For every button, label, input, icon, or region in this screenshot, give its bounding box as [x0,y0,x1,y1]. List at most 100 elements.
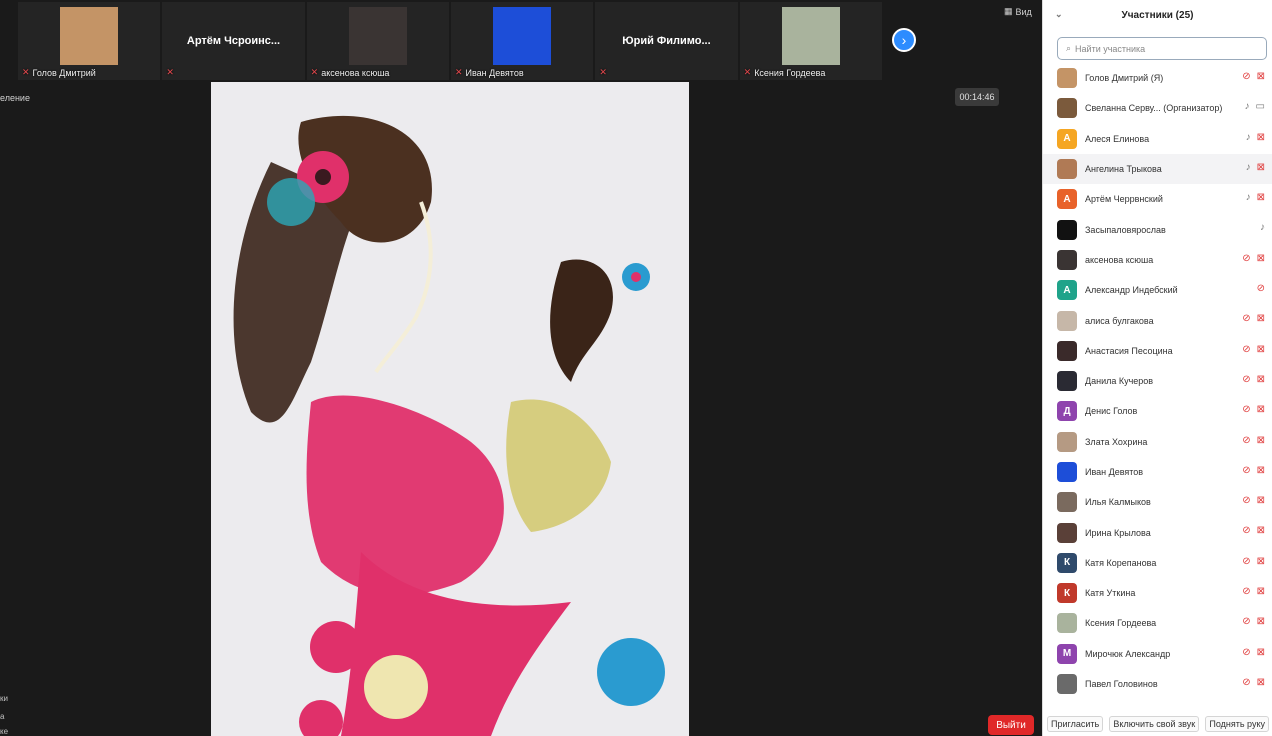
next-page-button[interactable]: › [892,28,916,52]
thumbnail-name-bar: ✕ [599,67,733,78]
participant-row[interactable]: Злата Хохрина ⊘ ⊠ [1043,427,1272,457]
camera-off-icon: ⊠ [1256,586,1265,598]
participant-name: Александр Индебский [1085,285,1178,296]
search-icon: ⌕ [1066,43,1072,53]
participant-name: Артём Черрвнский [1085,194,1163,205]
video-thumbnail[interactable]: ✕ Ксения Гордеева [739,2,882,80]
avatar: А [1057,280,1077,301]
chevron-down-icon[interactable]: ⌄ [1055,9,1063,20]
participant-row[interactable]: А Артём Черрвнский ♪ ⊠ [1043,184,1272,214]
avatar [1057,522,1077,543]
mic-muted-icon: ⊘ [1242,646,1251,658]
participant-row[interactable]: К Катя Уткина ⊘ ⊠ [1043,578,1272,608]
invite-button[interactable]: Пригласить [1047,716,1104,732]
video-thumbnail[interactable]: ✕ Иван Девятов [450,2,594,80]
participant-row[interactable]: алиса булгакова ⊘ ⊠ [1043,305,1272,335]
video-thumbnail[interactable]: ✕ Голов Дмитрий [18,2,161,80]
view-button[interactable]: ▦ Вид [1004,6,1032,17]
participant-video [781,7,840,65]
mic-muted-icon: ✕ [310,67,319,77]
thumbnail-name-bar: ✕ Иван Девятов [455,67,589,78]
participant-row[interactable]: Свеланна Серву... (Организатор) ♪ ▭ [1043,93,1272,123]
raise-hand-button[interactable]: Поднять руку [1205,716,1269,732]
left-edge-text: ке [0,727,9,736]
zoom-window: ✕ Голов Дмитрий Артём Чсроинс... ✕ ✕ аксенова… [0,0,1272,736]
participant-name: Данила Кучеров [1085,376,1154,387]
participant-video [493,7,552,65]
camera-icon: ▭ [1255,101,1265,113]
avatar [1057,613,1077,634]
participant-row[interactable]: Иван Девятов ⊘ ⊠ [1043,457,1272,487]
video-thumbnail[interactable]: ✕ аксенова ксюша [306,2,449,80]
avatar [1057,310,1077,331]
mic-muted-icon: ✕ [22,67,30,77]
mic-muted-icon: ⊘ [1242,676,1251,688]
participant-name: Иван Девятов [1085,467,1144,477]
participant-row[interactable]: Голов Дмитрий (Я) ⊘ ⊠ [1043,63,1272,93]
camera-off-icon: ⊠ [1256,495,1265,507]
participant-status-icons: ⊘ ⊠ [1242,313,1265,325]
participant-video [348,7,407,65]
participant-name: Ксения Гордеева [1085,618,1157,629]
avatar [1057,340,1077,361]
participant-status-icons: ⊘ ⊠ [1242,647,1265,659]
video-thumbnail[interactable]: Юрий Филимо... ✕ [595,2,738,80]
avatar: А [1057,189,1077,210]
participant-status-icons: ⊘ ⊠ [1242,344,1265,356]
participant-status-icons: ⊘ ⊠ [1242,71,1265,83]
participant-row[interactable]: аксенова ксюша ⊘ ⊠ [1043,245,1272,275]
participant-status-icons: ⊘ ⊠ [1242,556,1265,568]
participant-row[interactable]: А Алеся Елинова ♪ ⊠ [1043,124,1272,154]
avatar [1057,159,1077,180]
meeting-timer: 00:14:46 [955,88,999,106]
thumbnail-name-bar: ✕ аксенова ксюша [311,67,445,78]
participant-row[interactable]: К Катя Корепанова ⊘ ⊠ [1043,548,1272,578]
camera-off-icon: ⊠ [1256,676,1265,688]
camera-off-icon: ⊠ [1256,131,1265,143]
avatar [1057,68,1077,89]
thumbnail-name-bar: ✕ [166,67,300,78]
thumbnail-name: Иван Девятов [465,67,524,78]
participant-row[interactable]: М Мирочюк Александр ⊘ ⊠ [1043,639,1272,669]
mic-icon: ♪ [1260,222,1265,234]
avatar [1057,98,1077,119]
mic-muted-icon: ✕ [599,67,607,77]
participant-row[interactable]: Ирина Крылова ⊘ ⊠ [1043,517,1272,547]
left-edge-text: ки [0,694,8,703]
avatar: А [1057,128,1077,149]
video-thumbnail[interactable]: Артём Чсроинс... ✕ [162,2,305,80]
participant-row[interactable]: Ангелина Трыкова ♪ ⊠ [1043,153,1272,185]
participant-row[interactable]: Д Денис Голов ⊘ ⊠ [1043,396,1272,426]
mic-muted-icon: ⊘ [1242,71,1251,82]
thumbnail-name: аксенова ксюша [321,67,390,78]
participant-row[interactable]: Засыпаловярослав ♪ [1043,214,1272,244]
mic-muted-icon: ✕ [166,67,174,77]
participant-row[interactable]: Данила Кучеров ⊘ ⊠ [1043,366,1272,396]
mic-icon: ♪ [1245,192,1251,204]
avatar: К [1057,552,1077,573]
participant-row[interactable]: Павел Головинов ⊘ ⊠ [1043,669,1272,699]
camera-off-icon: ⊠ [1256,464,1265,476]
thumbnail-name-bar: ✕ Ксения Гордеева [744,67,878,78]
unmute-button[interactable]: Включить свой звук [1109,716,1200,732]
shared-screen-image [211,82,689,736]
thumbnail-name: Ксения Гордеева [754,67,826,78]
leave-button[interactable]: Выйти [988,715,1034,735]
camera-off-icon: ⊠ [1256,252,1265,264]
participant-name: аксенова ксюша [1085,254,1154,265]
thumbnail-display-name: Юрий Филимо... [622,35,711,47]
participant-row[interactable]: А Александр Индебский ⊘ [1043,275,1272,305]
participant-row[interactable]: Ксения Гордеева ⊘ ⊠ [1043,608,1272,638]
thumbnail-name-bar: ✕ Голов Дмитрий [22,67,156,78]
participant-name: Ирина Крылова [1085,527,1151,538]
participant-status-icons: ♪ ⊠ [1246,162,1265,174]
participant-status-icons: ⊘ ⊠ [1242,525,1265,537]
avatar [1057,249,1077,270]
participant-row[interactable]: Анастасия Песоцина ⊘ ⊠ [1043,336,1272,366]
participant-name: Алеся Елинова [1085,133,1150,144]
thumbnail-display-name: Артём Чсроинс... [186,35,281,47]
participant-row[interactable]: Илья Калмыков ⊘ ⊠ [1043,487,1272,517]
participant-name: Катя Корепанова [1085,557,1157,568]
mic-muted-icon: ⊘ [1242,586,1251,598]
participant-search-input[interactable]: ⌕ Найти участника [1057,37,1267,60]
